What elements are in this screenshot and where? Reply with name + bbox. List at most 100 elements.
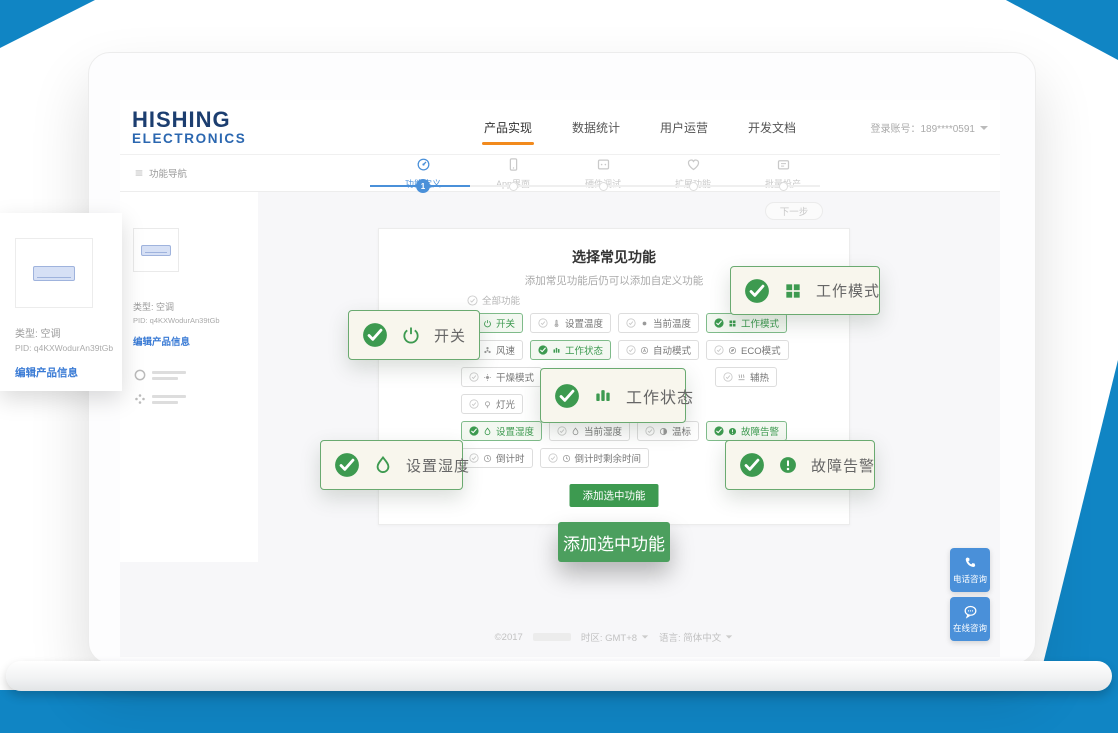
power-icon bbox=[401, 325, 421, 345]
feature-chip[interactable]: 工作状态 bbox=[530, 340, 611, 360]
nav-item[interactable]: 数据统计 bbox=[570, 113, 622, 142]
language-select[interactable]: 语言: 简体中文 bbox=[659, 630, 733, 644]
check-circle-icon bbox=[467, 295, 478, 306]
badge-text-placeholder bbox=[152, 371, 186, 380]
feature-chip[interactable]: 灯光 bbox=[461, 394, 523, 414]
step-node-5 bbox=[779, 182, 788, 191]
support-button-2[interactable]: 在线咨询 bbox=[950, 597, 990, 641]
add-selected-button[interactable]: 添加选中功能 bbox=[570, 484, 659, 507]
feature-chip[interactable]: 倒计时 bbox=[461, 448, 533, 468]
check-circle-icon bbox=[334, 452, 360, 478]
grid-icon bbox=[728, 319, 737, 328]
edit-product-link[interactable]: 编辑产品信息 bbox=[15, 365, 78, 380]
feature-chip[interactable]: 温标 bbox=[637, 421, 699, 441]
feature-callout-3: 工作状态 bbox=[540, 368, 686, 423]
feature-chip-label: 倒计时剩余时间 bbox=[575, 451, 642, 465]
add-selected-button-magnified[interactable]: 添加选中功能 bbox=[558, 522, 670, 562]
check-circle-icon bbox=[362, 322, 388, 348]
uncheck-circle-icon bbox=[469, 399, 479, 409]
feature-chip-label: 自动模式 bbox=[653, 343, 691, 357]
product-type: 类型: 空调 bbox=[133, 300, 174, 313]
power-icon bbox=[483, 319, 492, 328]
alert-icon bbox=[728, 427, 737, 436]
board-icon bbox=[596, 157, 611, 172]
copyright: ©2017 bbox=[495, 632, 523, 643]
chat-icon bbox=[963, 604, 978, 619]
product-card-floating: 类型: 空调 PID: q4KXWodurAn39tGb 编辑产品信息 bbox=[0, 213, 122, 391]
feature-chip[interactable]: 故障告警 bbox=[706, 421, 787, 441]
feature-chip[interactable]: 当前温度 bbox=[618, 313, 699, 333]
app-footer: ©2017 时区: GMT+8 语言: 简体中文 bbox=[378, 630, 850, 644]
check-circle-icon bbox=[714, 318, 724, 328]
check-circle-icon bbox=[469, 426, 479, 436]
feature-chip[interactable]: 倒计时剩余时间 bbox=[540, 448, 650, 468]
nav-item[interactable]: 产品实现 bbox=[482, 113, 534, 142]
feature-callout-1: 开关 bbox=[348, 310, 480, 360]
chevron-down-icon bbox=[980, 126, 988, 130]
target-icon bbox=[416, 157, 431, 172]
step-node-3 bbox=[599, 182, 608, 191]
function-nav-toggle[interactable]: 功能导航 bbox=[134, 166, 187, 180]
feature-chip-label: ECO模式 bbox=[741, 343, 781, 357]
callout-label: 设置湿度 bbox=[406, 455, 470, 476]
air-conditioner-image bbox=[141, 245, 171, 256]
steps-bar: 功能导航 功能定义App界面硬件调试扩展功能批量投产 1 bbox=[120, 155, 1000, 192]
eco-icon bbox=[728, 346, 737, 355]
droplet-icon bbox=[483, 427, 492, 436]
brand-logo: HISHING ELECTRONICS bbox=[132, 109, 246, 146]
dot-icon bbox=[640, 319, 649, 328]
check-circle-icon bbox=[744, 278, 770, 304]
feature-callout-5: 故障告警 bbox=[725, 440, 875, 490]
uncheck-circle-icon bbox=[626, 345, 636, 355]
voice-service-badge-1[interactable] bbox=[133, 368, 186, 382]
bars-icon bbox=[593, 386, 613, 406]
feature-chip[interactable]: ECO模式 bbox=[706, 340, 789, 360]
halfmoon-icon bbox=[659, 427, 668, 436]
dots-icon bbox=[133, 392, 147, 406]
feature-chip[interactable]: 工作模式 bbox=[706, 313, 787, 333]
uncheck-circle-icon bbox=[645, 426, 655, 436]
feature-chip[interactable]: 设置湿度 bbox=[461, 421, 542, 441]
feature-chip-label: 温标 bbox=[672, 424, 691, 438]
bars-icon bbox=[552, 346, 561, 355]
product-thumbnail bbox=[15, 238, 93, 308]
feature-row: 开关设置温度当前温度工作模式 bbox=[461, 313, 777, 333]
callout-label: 工作模式 bbox=[816, 280, 880, 301]
check-circle-icon bbox=[554, 383, 580, 409]
auto-icon bbox=[640, 346, 649, 355]
nav-item[interactable]: 用户运营 bbox=[658, 113, 710, 142]
account-menu[interactable]: 登录账号：189****0591 bbox=[871, 100, 989, 155]
nav-item[interactable]: 开发文档 bbox=[746, 113, 798, 142]
voice-service-badge-2[interactable] bbox=[133, 392, 186, 406]
app-header: HISHING ELECTRONICS 产品实现 数据统计 用户运营 开发文档 登录账… bbox=[120, 100, 1000, 155]
check-circle-icon bbox=[714, 426, 724, 436]
laptop-base bbox=[6, 661, 1112, 691]
edit-product-link[interactable]: 编辑产品信息 bbox=[133, 334, 190, 348]
wizard-main: 类型: 空调 PID: q4KXWodurAn39tGb 编辑产品信息 下一步 … bbox=[120, 192, 1000, 657]
support-button-1[interactable]: 电话咨询 bbox=[950, 548, 990, 592]
feature-chip[interactable]: 自动模式 bbox=[618, 340, 699, 360]
feature-chip[interactable]: 辅热 bbox=[715, 367, 777, 387]
brand-logo-line1: HISHING bbox=[132, 109, 246, 131]
uncheck-circle-icon bbox=[626, 318, 636, 328]
select-all-checkbox[interactable]: 全部功能 bbox=[467, 293, 520, 307]
feature-row: 风速工作状态自动模式ECO模式 bbox=[461, 340, 777, 360]
menu-icon bbox=[134, 168, 144, 178]
feature-chip[interactable]: 干燥模式 bbox=[461, 367, 542, 387]
uncheck-circle-icon bbox=[723, 372, 733, 382]
callout-label: 开关 bbox=[434, 325, 466, 346]
grid-icon bbox=[783, 281, 803, 301]
function-nav-label: 功能导航 bbox=[149, 166, 187, 180]
feature-chip[interactable]: 当前湿度 bbox=[549, 421, 630, 441]
next-step-button[interactable]: 下一步 bbox=[765, 202, 823, 220]
feature-chip[interactable]: 设置温度 bbox=[530, 313, 611, 333]
uncheck-circle-icon bbox=[469, 453, 479, 463]
dry-icon bbox=[483, 373, 492, 382]
product-pid: PID: q4KXWodurAn39tGb bbox=[15, 343, 113, 353]
product-type: 类型: 空调 bbox=[15, 325, 61, 340]
fan-icon bbox=[483, 346, 492, 355]
timezone-select[interactable]: 时区: GMT+8 bbox=[581, 630, 649, 644]
page: HISHING ELECTRONICS 产品实现 数据统计 用户运营 开发文档 登录账… bbox=[0, 0, 1118, 733]
bulb-icon bbox=[483, 400, 492, 409]
top-nav: 产品实现 数据统计 用户运营 开发文档 bbox=[482, 100, 798, 155]
